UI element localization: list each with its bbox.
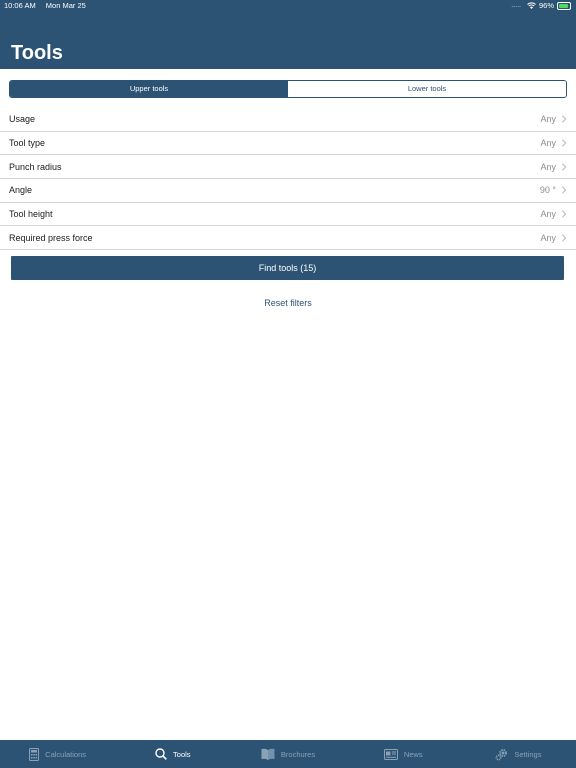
chevron-right-icon	[562, 234, 567, 242]
tool-position-segmented-control[interactable]: Upper tools Lower tools	[9, 80, 567, 98]
tab-label: News	[403, 749, 423, 759]
filter-value: 90 °	[539, 185, 556, 196]
segment-lower-tools[interactable]: Lower tools	[288, 81, 566, 97]
segment-upper-tools[interactable]: Upper tools	[10, 81, 288, 97]
filter-value: Any	[540, 138, 556, 149]
filter-row-required-press-force[interactable]: Required press force Any	[0, 226, 576, 251]
filter-value: Any	[540, 161, 556, 172]
book-icon	[261, 748, 275, 760]
filter-value: Any	[540, 114, 556, 125]
chevron-right-icon	[562, 115, 567, 123]
chevron-right-icon	[562, 210, 567, 218]
status-bar: 10:06 AM Mon Mar 25 ..... 96%	[0, 0, 576, 12]
tab-label: Calculations	[45, 749, 87, 759]
newspaper-icon	[383, 748, 398, 760]
gear-icon	[495, 748, 508, 761]
filter-list: Usage Any Tool type Any Punch radius Any…	[0, 108, 576, 251]
filter-row-tool-height[interactable]: Tool height Any	[0, 203, 576, 227]
tab-news[interactable]: News	[346, 740, 461, 768]
filter-row-punch-radius[interactable]: Punch radius Any	[0, 155, 576, 180]
calculator-icon	[29, 747, 40, 761]
filter-label: Required press force	[9, 232, 93, 243]
filter-label: Tool height	[9, 209, 53, 220]
chevron-right-icon	[562, 163, 567, 171]
status-date: Mon Mar 25	[45, 1, 86, 10]
filter-row-tool-type[interactable]: Tool type Any	[0, 132, 576, 156]
chevron-right-icon	[562, 139, 567, 147]
filter-row-usage[interactable]: Usage Any	[0, 108, 576, 132]
tab-brochures[interactable]: Brochures	[230, 740, 345, 768]
tab-label: Settings	[514, 749, 542, 759]
wifi-icon	[527, 2, 536, 9]
reset-filters-link[interactable]: Reset filters	[0, 298, 576, 308]
status-time: 10:06 AM	[4, 1, 36, 10]
tab-bar: Calculations Tools Brochures News Settin…	[0, 740, 576, 768]
filter-label: Usage	[9, 114, 36, 125]
filter-value: Any	[540, 232, 556, 243]
navigation-header: 10:06 AM Mon Mar 25 ..... 96% Tools	[0, 0, 576, 69]
filter-label: Tool type	[9, 138, 46, 149]
chevron-right-icon	[562, 186, 567, 194]
filter-value: Any	[540, 209, 556, 220]
filter-label: Angle	[9, 185, 33, 196]
battery-percent: 96%	[538, 1, 554, 10]
filter-label: Punch radius	[9, 161, 62, 172]
cellular-signal-icon: .....	[511, 2, 521, 9]
page-title: Tools	[11, 42, 63, 64]
battery-icon	[557, 2, 571, 10]
search-icon	[155, 748, 167, 760]
find-tools-button[interactable]: Find tools (15)	[11, 256, 564, 280]
tab-label: Brochures	[280, 749, 316, 759]
tab-settings[interactable]: Settings	[461, 740, 576, 768]
filter-row-angle[interactable]: Angle 90 °	[0, 179, 576, 203]
tab-calculations[interactable]: Calculations	[0, 740, 115, 768]
tab-tools[interactable]: Tools	[115, 740, 230, 768]
tab-label: Tools	[173, 749, 191, 759]
